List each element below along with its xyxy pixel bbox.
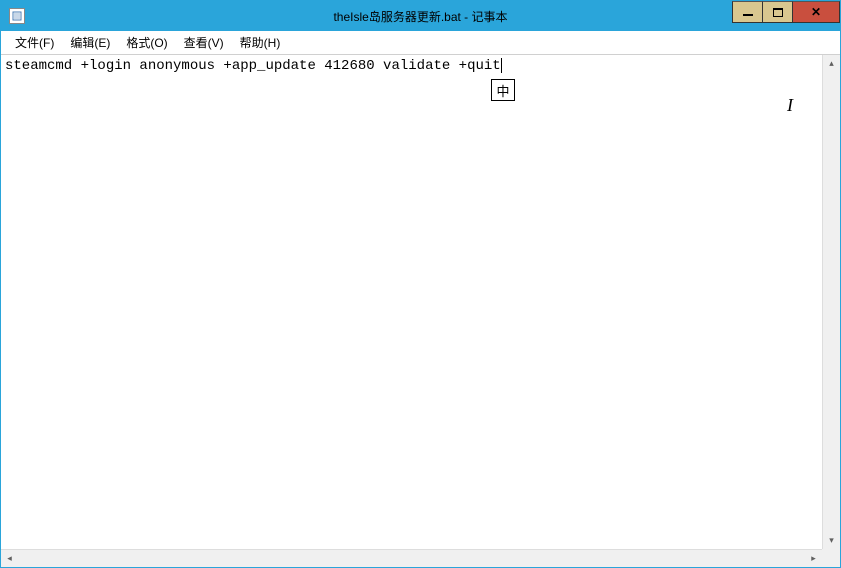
menubar: 文件(F) 编辑(E) 格式(O) 查看(V) 帮助(H) xyxy=(1,31,840,55)
scrollbar-corner xyxy=(822,549,840,567)
window-controls: ✕ xyxy=(732,1,840,23)
minimize-button[interactable] xyxy=(732,1,762,23)
scroll-up-button[interactable]: ▴ xyxy=(823,55,840,72)
menu-file[interactable]: 文件(F) xyxy=(7,31,62,54)
vertical-scrollbar[interactable]: ▴ ▾ xyxy=(822,55,840,549)
maximize-button[interactable] xyxy=(762,1,792,23)
chevron-down-icon: ▾ xyxy=(829,535,834,546)
ime-indicator[interactable]: 中 xyxy=(491,79,515,101)
text-editor[interactable]: steamcmd +login anonymous +app_update 41… xyxy=(1,55,822,549)
scroll-left-button[interactable]: ◂ xyxy=(1,550,18,567)
chevron-left-icon: ◂ xyxy=(7,553,12,564)
scroll-right-button[interactable]: ▸ xyxy=(805,550,822,567)
close-icon: ✕ xyxy=(811,5,821,19)
minimize-icon xyxy=(743,14,753,16)
editor-content: steamcmd +login anonymous +app_update 41… xyxy=(5,58,501,74)
chevron-right-icon: ▸ xyxy=(811,553,816,564)
app-icon xyxy=(9,8,25,24)
menu-edit[interactable]: 编辑(E) xyxy=(62,31,118,54)
chevron-up-icon: ▴ xyxy=(829,58,834,69)
text-cursor xyxy=(501,58,502,73)
maximize-icon xyxy=(773,8,783,17)
horizontal-scrollbar[interactable]: ◂ ▸ xyxy=(1,549,822,567)
menu-view[interactable]: 查看(V) xyxy=(176,31,232,54)
notepad-window: theIsle岛服务器更新.bat - 记事本 ✕ 文件(F) 编辑(E) 格式… xyxy=(0,0,841,568)
window-title: theIsle岛服务器更新.bat - 记事本 xyxy=(333,8,507,25)
close-button[interactable]: ✕ xyxy=(792,1,840,23)
titlebar[interactable]: theIsle岛服务器更新.bat - 记事本 ✕ xyxy=(1,1,840,31)
menu-help[interactable]: 帮助(H) xyxy=(232,31,289,54)
content-area: steamcmd +login anonymous +app_update 41… xyxy=(1,55,840,567)
scroll-down-button[interactable]: ▾ xyxy=(823,532,840,549)
menu-format[interactable]: 格式(O) xyxy=(118,31,175,54)
ime-label: 中 xyxy=(496,81,509,100)
